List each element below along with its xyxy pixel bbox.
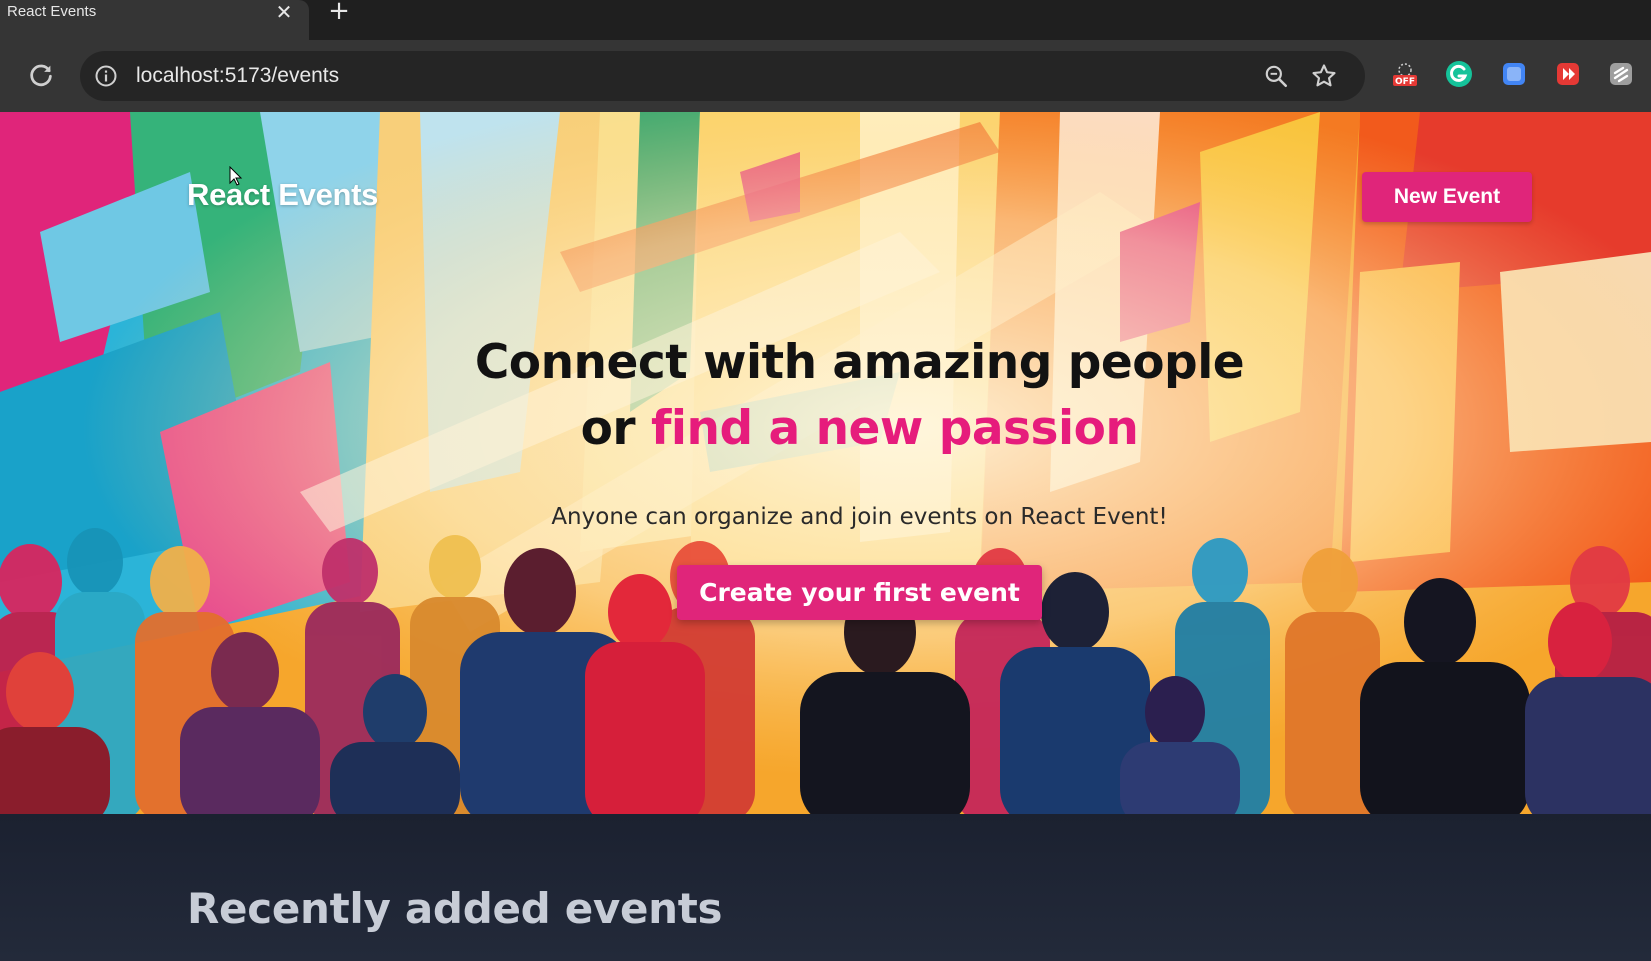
- extension-blue-icon[interactable]: [1498, 58, 1530, 90]
- url-text[interactable]: localhost:5173/events: [136, 51, 339, 101]
- grammarly-icon[interactable]: [1443, 58, 1475, 90]
- hero-headline: Connect with amazing people or find a ne…: [0, 330, 1651, 462]
- mouse-cursor-icon: [229, 166, 243, 186]
- headline-line-2: or find a new passion: [0, 396, 1651, 462]
- brand-logo[interactable]: React Events: [187, 177, 378, 213]
- browser-tab[interactable]: React Events ✕: [0, 0, 309, 40]
- hero-section: React Events New Event Connect with amaz…: [0, 112, 1651, 814]
- tab-close-icon[interactable]: ✕: [272, 0, 296, 24]
- bookmark-star-icon[interactable]: [1310, 62, 1338, 90]
- extension-gray-icon[interactable]: [1605, 58, 1637, 90]
- extension-off-icon[interactable]: OFF: [1389, 58, 1421, 90]
- reload-icon[interactable]: [26, 60, 56, 90]
- extension-off-label: OFF: [1395, 77, 1415, 87]
- extension-red-icon[interactable]: [1552, 58, 1584, 90]
- hero-tagline: Anyone can organize and join events on R…: [551, 504, 1168, 530]
- recent-events-section: Recently added events: [0, 814, 1651, 961]
- address-bar[interactable]: localhost:5173/events: [80, 51, 1365, 101]
- tab-title: React Events: [7, 3, 97, 20]
- new-event-button[interactable]: New Event: [1362, 172, 1532, 222]
- site-info-icon[interactable]: [94, 64, 118, 88]
- headline-highlight: find a new passion: [650, 401, 1139, 456]
- new-tab-button[interactable]: +: [326, 0, 352, 24]
- headline-line-1: Connect with amazing people: [474, 335, 1245, 390]
- headline-prefix: or: [580, 401, 651, 456]
- zoom-icon[interactable]: [1263, 63, 1289, 89]
- browser-tabstrip: React Events ✕ +: [0, 0, 1651, 40]
- browser-toolbar: localhost:5173/events OFF: [0, 40, 1651, 112]
- recent-events-title: Recently added events: [187, 884, 723, 933]
- create-first-event-button[interactable]: Create your first event: [677, 565, 1042, 620]
